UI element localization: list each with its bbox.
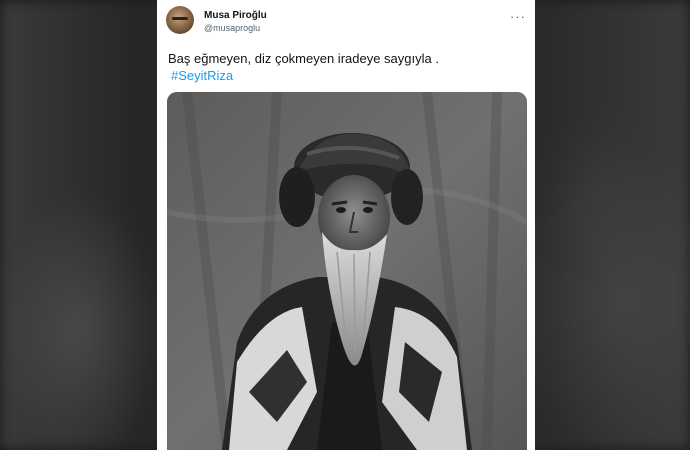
author-handle[interactable]: @musaproglu	[204, 23, 260, 33]
tweet-text: Baş eğmeyen, diz çokmeyen iradeye saygıy…	[168, 51, 439, 66]
screen: Musa Piroğlu @musaproglu ··· Baş eğmeyen…	[0, 0, 690, 450]
tweet-card: Musa Piroğlu @musaproglu ··· Baş eğmeyen…	[157, 0, 535, 450]
avatar[interactable]	[166, 6, 194, 34]
avatar-glasses	[172, 17, 188, 20]
tweet-photo[interactable]	[167, 92, 527, 450]
tweet-header: Musa Piroğlu @musaproglu ···	[157, 0, 535, 40]
hashtag-link[interactable]: #SeyitRiza	[171, 68, 233, 83]
portrait-image	[167, 92, 527, 450]
author-name[interactable]: Musa Piroğlu	[204, 10, 267, 21]
more-horizontal-icon[interactable]: ···	[510, 9, 525, 24]
